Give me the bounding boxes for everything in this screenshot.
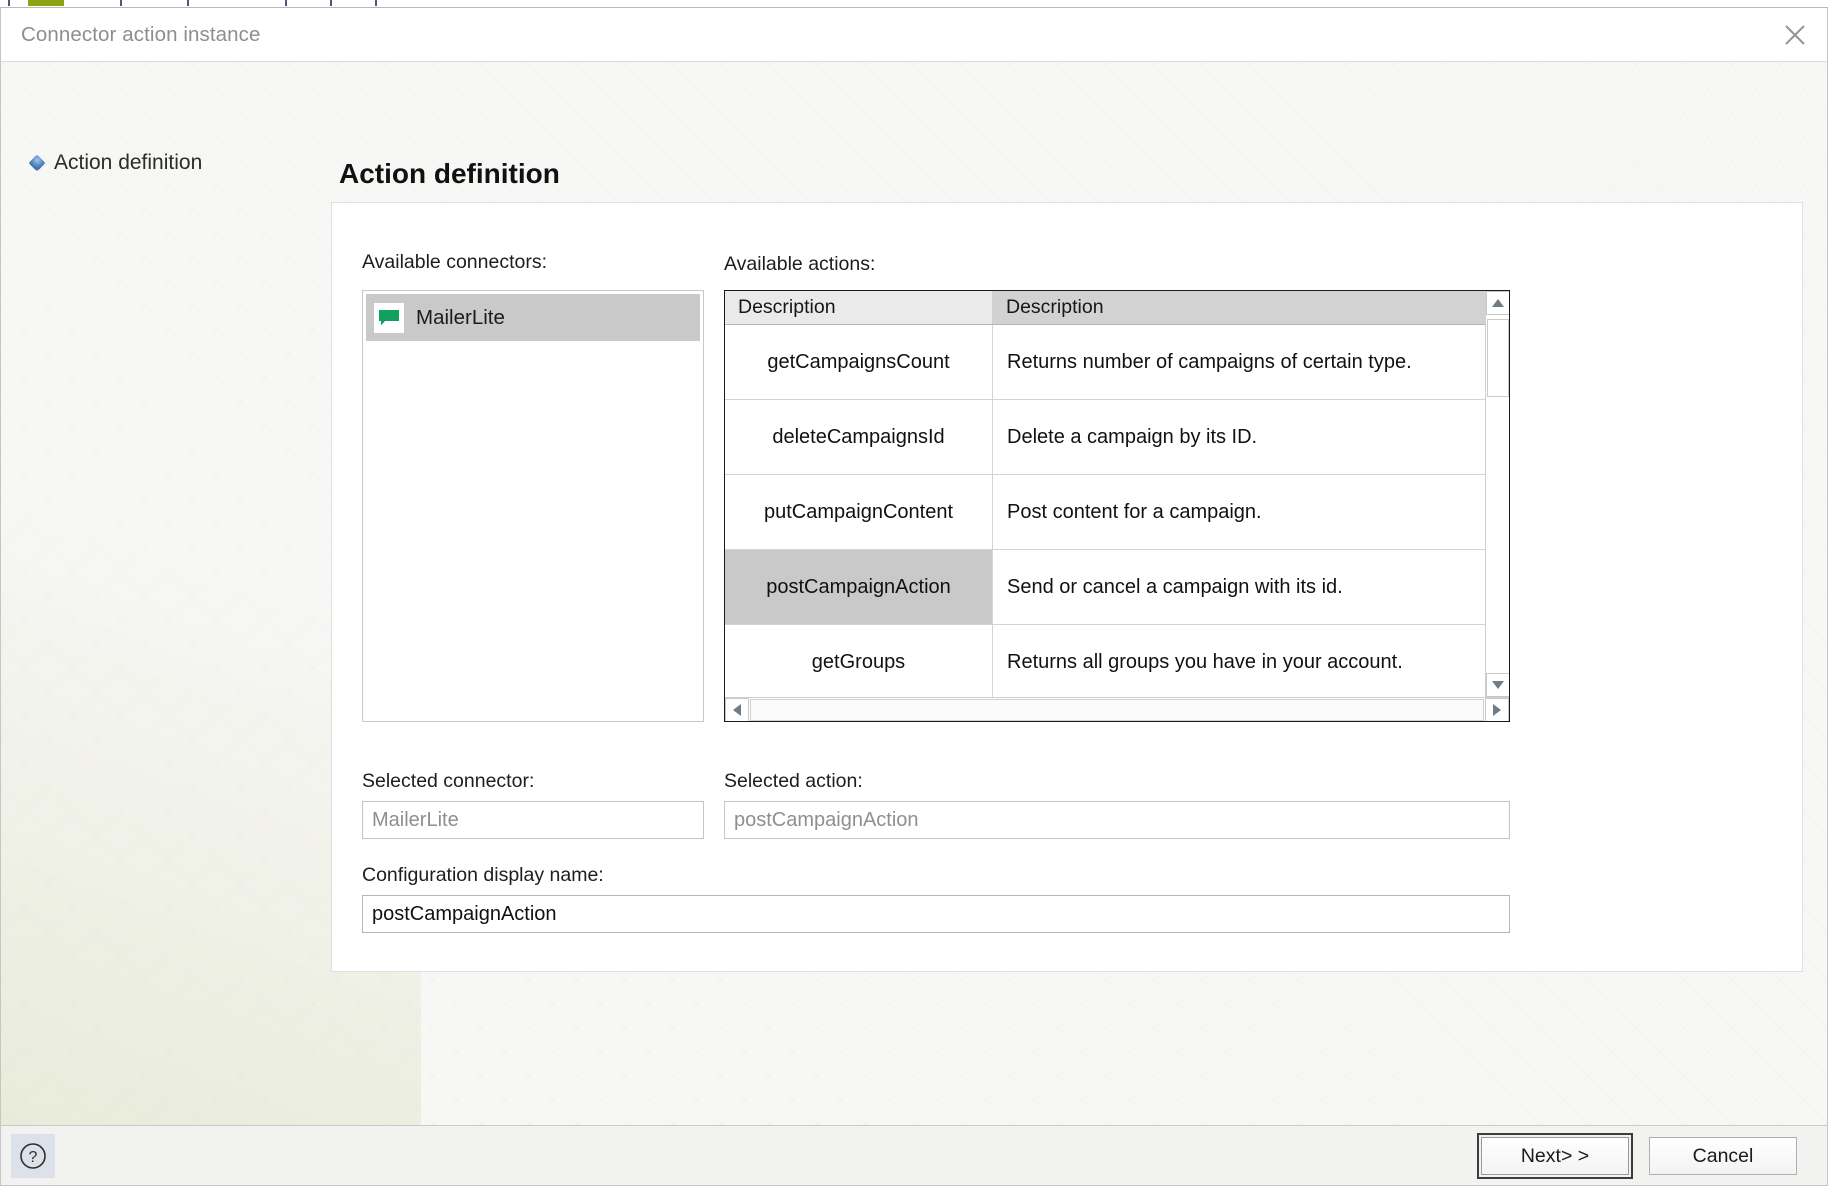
available-actions-table[interactable]: Description Description getCampaignsCoun… — [724, 290, 1510, 722]
list-item[interactable]: MailerLite — [366, 294, 700, 341]
background-window-sliver — [0, 0, 1828, 8]
table-row-selected[interactable]: postCampaignAction Send or cancel a camp… — [725, 550, 1509, 625]
bg-tick — [120, 0, 122, 6]
action-definition-panel: Available connectors: MailerLite Availab… — [331, 202, 1803, 972]
dialog-body: Action definition Action definition Avai… — [1, 62, 1827, 1125]
selected-connector-label: Selected connector: — [362, 770, 535, 792]
sidebar-item-label: Action definition — [54, 151, 203, 174]
mailerlite-chat-icon — [374, 302, 404, 333]
table-row[interactable]: deleteCampaignsId Delete a campaign by i… — [725, 400, 1509, 475]
help-question-icon[interactable]: ? — [11, 1134, 55, 1178]
bg-tick — [8, 0, 10, 6]
svg-text:?: ? — [29, 1149, 38, 1166]
cell-action-name: getGroups — [725, 625, 993, 699]
table-header-row: Description Description — [725, 291, 1509, 325]
vertical-scrollbar-thumb[interactable] — [1487, 319, 1509, 397]
table-row[interactable]: getGroups Returns all groups you have in… — [725, 625, 1509, 700]
scroll-right-arrow-icon[interactable] — [1485, 697, 1509, 721]
cell-action-description: Delete a campaign by its ID. — [993, 400, 1509, 474]
bg-tick — [285, 0, 287, 6]
bg-active-tab-indicator — [28, 0, 64, 6]
next-button[interactable]: Next> > — [1477, 1133, 1633, 1179]
dialog-footer: ? Next> > Cancel — [1, 1125, 1827, 1185]
cell-action-name: deleteCampaignsId — [725, 400, 993, 474]
available-connectors-label: Available connectors: — [362, 251, 548, 273]
footer-buttons: Next> > Cancel — [1477, 1133, 1797, 1179]
horizontal-scrollbar-track[interactable] — [750, 698, 1484, 721]
column-header-description[interactable]: Description — [993, 291, 1485, 324]
selected-connector-field[interactable]: MailerLite — [362, 801, 704, 839]
available-actions-label: Available actions: — [724, 253, 876, 275]
main-content: Action definition Available connectors: … — [331, 62, 1827, 1125]
selected-action-label: Selected action: — [724, 770, 863, 792]
dialog-title: Connector action instance — [21, 22, 261, 46]
page-title: Action definition — [339, 158, 560, 189]
bg-tick — [375, 0, 377, 6]
available-connectors-list[interactable]: MailerLite — [362, 290, 704, 722]
cell-action-description: Returns all groups you have in your acco… — [993, 625, 1509, 699]
close-icon[interactable] — [1763, 8, 1827, 61]
configuration-display-name-input[interactable]: postCampaignAction — [362, 895, 1510, 933]
bg-tick — [187, 0, 189, 6]
cell-action-description: Send or cancel a campaign with its id. — [993, 550, 1509, 624]
cell-action-name: postCampaignAction — [725, 550, 993, 624]
sidebar-item-action-definition[interactable]: Action definition — [1, 148, 331, 178]
scroll-up-arrow-icon[interactable] — [1486, 291, 1509, 315]
connector-name: MailerLite — [416, 305, 505, 329]
table-row[interactable]: putCampaignContent Post content for a ca… — [725, 475, 1509, 550]
vertical-scrollbar[interactable] — [1485, 291, 1509, 697]
connector-action-dialog: Connector action instance Action definit… — [0, 8, 1828, 1186]
scroll-left-arrow-icon[interactable] — [725, 697, 749, 721]
bg-tick — [330, 0, 332, 6]
cell-action-description: Post content for a campaign. — [993, 475, 1509, 549]
cell-action-name: putCampaignContent — [725, 475, 993, 549]
table-row[interactable]: getCampaignsCount Returns number of camp… — [725, 325, 1509, 400]
step-bullet-icon — [28, 154, 46, 172]
cancel-button[interactable]: Cancel — [1649, 1137, 1797, 1175]
selected-action-field[interactable]: postCampaignAction — [724, 801, 1510, 839]
wizard-step-nav: Action definition — [1, 62, 331, 1125]
cell-action-description: Returns number of campaigns of certain t… — [993, 325, 1509, 399]
scroll-down-arrow-icon[interactable] — [1486, 673, 1509, 697]
configuration-display-name-label: Configuration display name: — [362, 864, 604, 886]
dialog-titlebar: Connector action instance — [1, 8, 1827, 62]
column-header-name[interactable]: Description — [725, 291, 993, 324]
horizontal-scrollbar[interactable] — [725, 697, 1509, 721]
cell-action-name: getCampaignsCount — [725, 325, 993, 399]
